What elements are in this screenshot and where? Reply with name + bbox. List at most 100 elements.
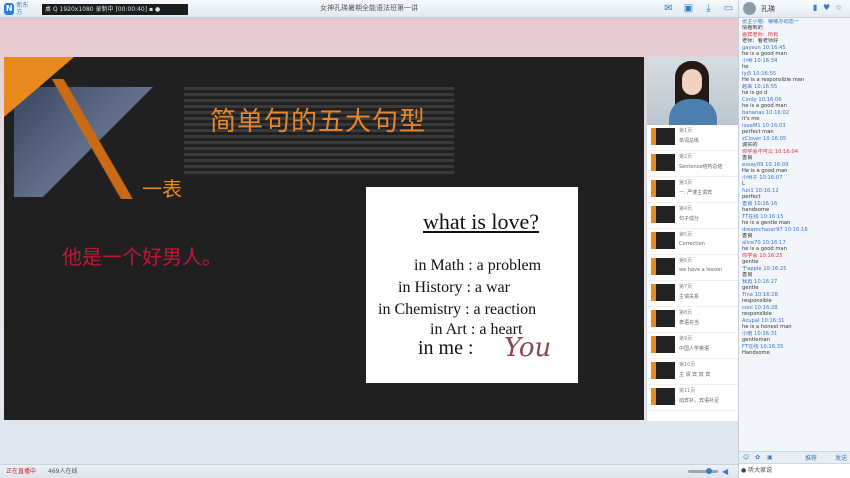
thumbnail-label: 句子成分: [679, 216, 700, 222]
chat-message: Cindy 10:16:06 he is a good man: [742, 97, 848, 109]
slide-thumbnail[interactable]: 第7页 主谓关系: [647, 281, 738, 307]
avatar[interactable]: [743, 2, 756, 15]
slide-thumbnail[interactable]: 第1页 单词总练: [647, 125, 738, 151]
thumbnail-number: 第11页: [679, 388, 696, 394]
chat-message: zClover 10:16:05 诚实的: [742, 136, 848, 148]
speaker-icon[interactable]: ◀: [722, 465, 728, 478]
chat-text: responsible: [742, 311, 772, 318]
slide-decoration-stroke: [44, 79, 144, 199]
status-bar: 正在直播中 469人在线 ◀: [0, 464, 738, 478]
chat-text: he is go d: [742, 90, 768, 97]
chat-input-area: ● 听大家说: [739, 463, 850, 478]
thumbnail-label: 动宾补，宾语补足: [679, 398, 720, 404]
live-status: 正在直播中: [6, 468, 37, 475]
slide-title: 简单句的五大句型: [210, 107, 427, 137]
slide-thumbnail[interactable]: 第3页一. 严谨主谓宾: [647, 177, 738, 203]
chat-message: 你学会 10:16:25 gentle: [742, 253, 848, 265]
chat-text: 老师：看老师好: [742, 38, 779, 45]
chat-text: 善良: [742, 233, 753, 240]
thumbnail-label: Correction: [679, 241, 705, 247]
chat-message: lyj5 10:16:55 He is a responsible man: [742, 71, 848, 83]
chat-text: gentle: [742, 285, 759, 292]
slide-thumbnail[interactable]: 第4页句子成分: [647, 203, 738, 229]
recommend-button[interactable]: 推荐: [805, 453, 817, 462]
chat-panel: 孔瑛 ▮ ♥ ☆ 张主小喵：哪哪办动态一 情看到的 嘉宾老师：所有 老师：看老师好 ga…: [738, 0, 850, 478]
thumbnail-label: 表语充当: [679, 320, 700, 326]
chat-message: alice70 10:16:17 he is a good man: [742, 240, 848, 252]
slide-thumbnail[interactable]: 第2页 Sentence结构总结: [647, 151, 738, 177]
slide-thumbnail[interactable]: 第11页动宾补，宾语补足: [647, 385, 738, 411]
presentation-slide: 简单句的五大句型 一表 他是一个好男人。 what is love? in Ma…: [4, 57, 644, 420]
chat-message: gaysun 10:16:45 he is a good man: [742, 45, 848, 57]
thumbnail-image: [651, 232, 675, 249]
camera-icon[interactable]: ▣: [683, 3, 694, 14]
chat-message: essay09 10:16:09 He is a good man: [742, 162, 848, 174]
image-icon[interactable]: ▣: [767, 454, 773, 461]
teacher-name: 孔瑛: [761, 5, 775, 13]
thumbnail-number: 第7页: [679, 284, 693, 290]
thumbnail-number: 第3页: [679, 180, 693, 186]
chat-text: he is a good man: [742, 246, 787, 253]
thumbnail-number: 第10页: [679, 362, 696, 368]
chat-text: gentle: [742, 259, 759, 266]
chat-message: 善良 10:16:16 handsome: [742, 201, 848, 213]
chat-message: TT在线 10:16:15 he is a gentle man: [742, 214, 848, 226]
download-icon[interactable]: ⤓: [703, 3, 714, 14]
chat-text: 善良: [742, 272, 753, 279]
chat-text: 善良: [742, 155, 753, 162]
thumbnail-image: [651, 180, 675, 197]
chat-text: 诚实的: [742, 142, 758, 149]
chat-messages[interactable]: 张主小喵：哪哪办动态一 情看到的 嘉宾老师：所有 老师：看老师好 gaysun 10:1…: [739, 19, 850, 451]
chat-message: 你学会不可以 10:16:04 善良: [742, 149, 848, 161]
signal-icon[interactable]: ▮: [813, 3, 817, 12]
chat-text: perfect: [742, 194, 761, 201]
thumbnail-label: 一. 严谨主谓宾: [679, 190, 713, 196]
thumbnail-number: 第1页: [679, 128, 693, 134]
thumbnail-image: [651, 206, 675, 223]
thumbnail-image: [651, 388, 675, 405]
teacher-video[interactable]: [647, 57, 739, 125]
volume-slider[interactable]: [688, 470, 718, 473]
slide-thumbnail[interactable]: 第5页 Correction: [647, 229, 738, 255]
slide-thumbnail[interactable]: 第8页表语充当: [647, 307, 738, 333]
chat-message: dreamchaser97 10:16:16 善良: [742, 227, 848, 239]
thumbnail-image: [651, 310, 675, 327]
chat-text: 情看到的: [742, 25, 763, 32]
card-line: in Math : a problem: [414, 257, 542, 274]
chat-text: he is a gentle man: [742, 220, 791, 227]
slide-thumbnail[interactable]: 第10页主 谓 宾 双 宾: [647, 359, 738, 385]
slide-sentence: 他是一个好男人。: [62, 245, 222, 269]
star-icon[interactable]: ☆: [835, 3, 842, 12]
chat-text: perfect man: [742, 129, 774, 136]
chat-header: 孔瑛 ▮ ♥ ☆: [739, 0, 850, 18]
emoji-icon[interactable]: ☺: [743, 454, 749, 461]
chat-text: responsible: [742, 298, 772, 305]
chat-text: He is a good man: [742, 168, 788, 175]
send-button[interactable]: 发送: [835, 453, 847, 462]
chat-text: He is a responsible man: [742, 77, 805, 84]
slide-thumbnail[interactable]: 第9页 中国人学英语: [647, 333, 738, 359]
like-icon[interactable]: ♥: [823, 3, 830, 12]
thumbnail-label: 中国人学英语: [679, 346, 710, 352]
flower-icon[interactable]: ✿: [755, 454, 760, 461]
mail-icon[interactable]: ✉: [663, 3, 674, 14]
chat-message: 嘉宾老师：所有 老师：看老师好: [742, 32, 848, 44]
window-icon[interactable]: ▭: [723, 3, 734, 14]
window-title: 女神孔瑛暑期全能语法班第一讲: [320, 4, 418, 12]
chat-message: 小明 10:16:34 he: [742, 58, 848, 70]
card-me-label: in me :: [418, 337, 474, 359]
chat-message: 越来 10:16:55 he is go d: [742, 84, 848, 96]
card-line: in History : a war: [398, 279, 510, 296]
chat-toolbar: ☺ ✿ ▣ 推荐 发送: [739, 451, 850, 463]
chat-message: 我再 10:16:27 gentle: [742, 279, 848, 291]
chat-text: gentleman: [742, 337, 770, 344]
thumbnail-number: 第4页: [679, 206, 693, 212]
thumbnail-image: [651, 258, 675, 275]
slide-thumbnail-panel: 第1页 单词总练 第2页 Sentence结构总结第3页一. 严谨主谓宾 第4页句子成分…: [646, 57, 739, 421]
chat-message: cool 10:16:28 responsible: [742, 305, 848, 317]
slide-thumbnail[interactable]: 第6页 we have a lesson: [647, 255, 738, 281]
thumbnail-number: 第5页: [679, 232, 693, 238]
chat-input[interactable]: ● 听大家说: [741, 466, 849, 476]
volume-knob[interactable]: [706, 468, 712, 474]
thumbnail-number: 第8页: [679, 310, 693, 316]
